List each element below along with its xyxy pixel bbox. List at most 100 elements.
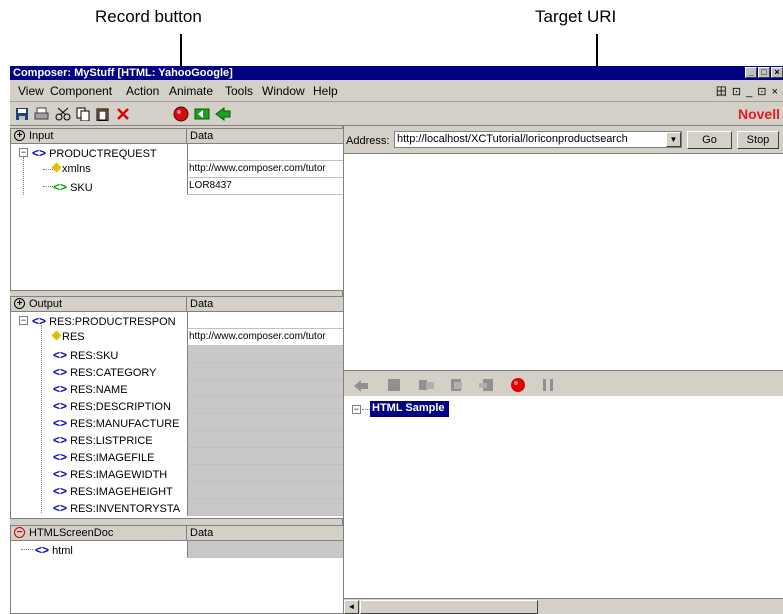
node-data-cell[interactable]: [187, 499, 343, 516]
go-button[interactable]: Go: [687, 131, 732, 149]
screen-doc-data-header: Data: [190, 527, 214, 539]
tree-connector: [43, 169, 53, 170]
node-data-cell[interactable]: [187, 346, 343, 363]
screen-doc-tree-header: − HTMLScreenDoc Data: [11, 526, 343, 541]
element-icon: <>: [53, 399, 68, 413]
tree-row[interactable]: <> RES:DESCRIPTION: [11, 397, 343, 414]
close-button[interactable]: ×: [771, 67, 783, 78]
node-data-cell[interactable]: [187, 482, 343, 499]
recording-toolbar: [344, 370, 783, 396]
node-label: RES:SKU: [70, 350, 119, 362]
node-data-cell[interactable]: [187, 431, 343, 448]
tree-row[interactable]: <> html: [11, 541, 343, 558]
tree-row[interactable]: <> SKU LOR8437: [11, 178, 343, 195]
tree-row[interactable]: <> RES:CATEGORY: [11, 363, 343, 380]
delete-icon[interactable]: [114, 105, 132, 123]
tree-row[interactable]: <> RES:IMAGEHEIGHT: [11, 482, 343, 499]
node-data-cell[interactable]: [187, 363, 343, 380]
tree-row[interactable]: RES http://www.composer.com/tutor: [11, 329, 343, 346]
tree-row[interactable]: <> RES:NAME: [11, 380, 343, 397]
node-data-cell[interactable]: http://www.composer.com/tutor: [187, 329, 343, 346]
node-data-cell[interactable]: [187, 144, 343, 161]
node-data-cell[interactable]: [187, 397, 343, 414]
tree-row[interactable]: xmlns http://www.composer.com/tutor: [11, 161, 343, 178]
node-data-cell[interactable]: [187, 380, 343, 397]
node-label: html: [52, 545, 73, 557]
pause-icon[interactable]: [540, 377, 556, 393]
menu-component[interactable]: Component: [50, 84, 112, 98]
node-label: RES:IMAGEFILE: [70, 452, 155, 464]
tree-row[interactable]: <> RES:IMAGEFILE: [11, 448, 343, 465]
address-dropdown-icon[interactable]: ▼: [666, 132, 681, 147]
node-data-cell[interactable]: [187, 541, 343, 558]
element-icon: <>: [53, 382, 68, 396]
minimize-button[interactable]: _: [745, 67, 757, 78]
animate-back-icon[interactable]: [194, 105, 212, 123]
record-icon[interactable]: [510, 377, 526, 393]
paste-icon[interactable]: [94, 105, 112, 123]
element-icon: <>: [53, 467, 68, 481]
record-button-callout: Record button: [95, 7, 202, 26]
collapse-toggle[interactable]: −: [19, 316, 28, 325]
cut-icon[interactable]: [54, 105, 72, 123]
node-label: RES:NAME: [70, 384, 128, 396]
tree-row[interactable]: <> RES:LISTPRICE: [11, 431, 343, 448]
sample-tree-area: − HTML Sample: [344, 396, 783, 596]
print-icon[interactable]: [32, 105, 50, 123]
menu-help[interactable]: Help: [313, 84, 338, 98]
node-data-cell[interactable]: [187, 312, 343, 329]
node-label: SKU: [70, 182, 93, 194]
html-sample-node[interactable]: HTML Sample: [370, 401, 449, 417]
tree-connector: [362, 409, 370, 410]
collapse-toggle[interactable]: −: [19, 148, 28, 157]
node-data-cell[interactable]: http://www.composer.com/tutor: [187, 161, 343, 178]
screen-doc-icon: −: [14, 527, 25, 538]
menu-window[interactable]: Window: [262, 84, 305, 98]
scroll-thumb[interactable]: [360, 600, 538, 614]
animate-forward-icon[interactable]: [214, 105, 232, 123]
step-icon[interactable]: [418, 377, 434, 393]
scroll-left-icon[interactable]: ◄: [344, 600, 359, 614]
output-tree-header: + Output Data: [11, 297, 343, 312]
menu-animate[interactable]: Animate: [169, 84, 213, 98]
back-icon[interactable]: [352, 377, 368, 393]
address-input[interactable]: http://localhost/XCTutorial/loriconprodu…: [394, 131, 682, 148]
column-separator: [186, 526, 187, 541]
copy-icon[interactable]: [74, 105, 92, 123]
stop-icon[interactable]: [386, 377, 402, 393]
record-button[interactable]: [172, 105, 190, 123]
element-icon: <>: [53, 450, 68, 464]
menu-tools[interactable]: Tools: [225, 84, 253, 98]
tree-connector: [21, 549, 33, 550]
save-icon[interactable]: [13, 105, 31, 123]
tree-row[interactable]: <> RES:MANUFACTURE: [11, 414, 343, 431]
screen-doc-header-label: HTMLScreenDoc: [29, 527, 114, 539]
tree-row[interactable]: − <> PRODUCTREQUEST: [11, 144, 343, 161]
node-data-cell[interactable]: [187, 414, 343, 431]
maximize-button[interactable]: □: [758, 67, 770, 78]
menu-view[interactable]: View: [18, 84, 44, 98]
node-data-cell[interactable]: LOR8437: [187, 178, 343, 195]
browser-view[interactable]: [344, 154, 783, 398]
step-into-icon[interactable]: [448, 377, 464, 393]
tree-row[interactable]: − <> RES:PRODUCTRESPON: [11, 312, 343, 329]
mdi-window-controls[interactable]: 田 ⊡ _ ⊡ ×: [716, 83, 779, 99]
column-separator: [186, 129, 187, 144]
node-label: RES:INVENTORYSTA: [70, 503, 181, 515]
node-data-cell[interactable]: [187, 465, 343, 482]
window-titlebar: Composer: MyStuff [HTML: YahooGoogle] _ …: [10, 66, 783, 80]
node-data-cell[interactable]: [187, 448, 343, 465]
node-label: RES:MANUFACTURE: [70, 418, 180, 430]
tree-row[interactable]: <> RES:INVENTORYSTA: [11, 499, 343, 516]
tree-row[interactable]: <> RES:SKU: [11, 346, 343, 363]
element-icon: <>: [32, 146, 47, 160]
tree-row[interactable]: <> RES:IMAGEWIDTH: [11, 465, 343, 482]
menu-action[interactable]: Action: [126, 84, 159, 98]
left-pane: + Input Data − <> PRODUCTREQUEST xmlns h…: [10, 126, 344, 614]
stop-button[interactable]: Stop: [737, 131, 779, 149]
node-label: xmlns: [62, 163, 91, 175]
horizontal-scrollbar[interactable]: ◄: [344, 598, 783, 614]
output-tree: + Output Data − <> RES:PRODUCTRESPON RES…: [10, 296, 344, 519]
collapse-toggle[interactable]: −: [352, 405, 361, 414]
step-out-icon[interactable]: [478, 377, 494, 393]
